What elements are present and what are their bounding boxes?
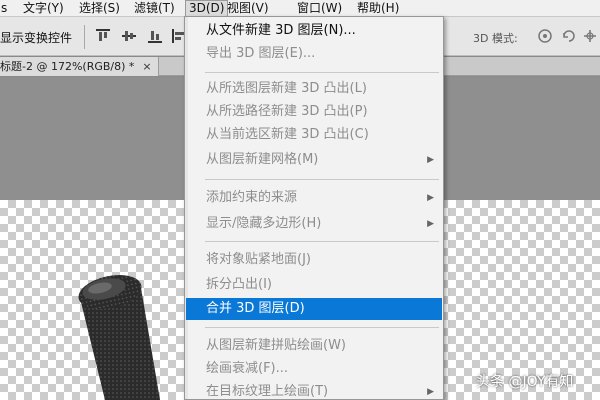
menu-item-help[interactable]: 帮助(H) bbox=[354, 0, 402, 17]
menu-paint-on-target-texture[interactable]: 在目标纹理上绘画(T) ▶ bbox=[186, 381, 442, 400]
menu-item-window[interactable]: 窗口(W) bbox=[294, 0, 345, 17]
show-transform-controls-label[interactable]: 显示变换控件 bbox=[0, 29, 72, 46]
document-tab-title: 标题-2 @ 172%(RGB/8) * bbox=[0, 60, 135, 73]
3d-orbit-icon[interactable] bbox=[537, 28, 553, 44]
toolbar-divider bbox=[84, 25, 85, 49]
menu-extrude-from-selected-layer[interactable]: 从所选图层新建 3D 凸出(L) bbox=[186, 78, 442, 100]
menu-new-3d-layer-from-file[interactable]: 从文件新建 3D 图层(N)... bbox=[186, 20, 442, 42]
watermark-text: 头条 @JOY有知 bbox=[476, 374, 574, 390]
3d-mode-label: 3D 模式: bbox=[473, 32, 518, 45]
menu-item-3d[interactable]: 3D(D) bbox=[185, 0, 229, 17]
submenu-arrow-icon: ▶ bbox=[427, 387, 434, 397]
menu-item-type[interactable]: 文字(Y) bbox=[20, 0, 67, 17]
menu-split-extrusion[interactable]: 拆分凸出(I) bbox=[186, 274, 442, 296]
submenu-arrow-icon: ▶ bbox=[427, 193, 434, 203]
menu-item-view[interactable]: 视图(V) bbox=[224, 0, 272, 17]
menu-item-filter[interactable]: 滤镜(T) bbox=[131, 0, 178, 17]
align-bottom-icon[interactable] bbox=[148, 29, 162, 43]
menu-extrude-from-selection[interactable]: 从当前选区新建 3D 凸出(C) bbox=[186, 124, 442, 146]
3d-dropdown-menu: 从文件新建 3D 图层(N)... 导出 3D 图层(E)... 从所选图层新建… bbox=[184, 16, 444, 400]
menu-item-partial[interactable]: s bbox=[0, 0, 10, 17]
3d-pan-icon[interactable] bbox=[582, 28, 598, 44]
align-top-icon[interactable] bbox=[96, 29, 110, 43]
menu-divider bbox=[205, 72, 439, 73]
menu-extrude-from-selected-path[interactable]: 从所选路径新建 3D 凸出(P) bbox=[186, 101, 442, 123]
submenu-arrow-icon: ▶ bbox=[427, 219, 434, 229]
document-tab[interactable]: 标题-2 @ 172%(RGB/8) * × bbox=[0, 57, 159, 76]
menu-divider bbox=[205, 327, 439, 328]
menu-bar: s 文字(Y) 选择(S) 滤镜(T) 3D(D) 视图(V) 窗口(W) 帮助… bbox=[0, 0, 600, 17]
submenu-arrow-icon: ▶ bbox=[427, 155, 434, 165]
menu-add-constraint-source[interactable]: 添加约束的来源 ▶ bbox=[186, 187, 442, 209]
menu-paint-falloff[interactable]: 绘画衰减(F)... bbox=[186, 358, 442, 380]
close-tab-icon[interactable]: × bbox=[142, 60, 151, 73]
align-vertical-center-icon[interactable] bbox=[122, 29, 136, 43]
menu-export-3d-layer[interactable]: 导出 3D 图层(E)... bbox=[186, 43, 442, 65]
menu-divider bbox=[205, 179, 439, 180]
3d-roll-icon[interactable] bbox=[561, 28, 577, 44]
menu-snap-object-to-ground[interactable]: 将对象贴紧地面(J) bbox=[186, 249, 442, 271]
menu-item-select[interactable]: 选择(S) bbox=[76, 0, 123, 17]
menu-show-hide-polygons[interactable]: 显示/隐藏多边形(H) ▶ bbox=[186, 213, 442, 235]
menu-new-tiled-painting[interactable]: 从图层新建拼贴绘画(W) bbox=[186, 335, 442, 357]
menu-new-mesh-from-layer[interactable]: 从图层新建网格(M) ▶ bbox=[186, 149, 442, 171]
menu-divider bbox=[205, 241, 439, 242]
menu-merge-3d-layers[interactable]: 合并 3D 图层(D) bbox=[186, 298, 442, 320]
